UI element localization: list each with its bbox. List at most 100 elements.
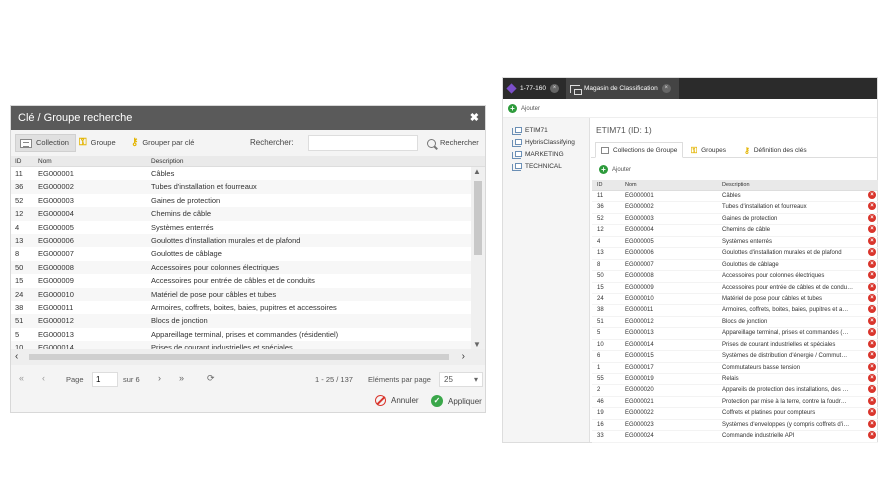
delete-icon[interactable]: × [868,191,876,199]
cancel-button[interactable]: Annuler [375,395,419,406]
delete-icon[interactable]: × [868,396,876,405]
table-row[interactable]: 6 EG000015 Systèmes de distribution d'éner… [592,351,878,363]
page-number-input[interactable] [92,372,118,387]
delete-icon[interactable]: × [868,202,876,211]
column-header-description[interactable]: Description [722,180,860,191]
table-row[interactable]: 13 EG000006 Goulottes d'installation mural… [592,248,878,260]
first-page-icon[interactable]: « [19,373,24,383]
table-row[interactable]: 5 EG000013 Appareillage terminal, prises e… [592,328,878,340]
table-row[interactable]: 46 EG000021 Protection par mise à la terre… [592,396,878,409]
column-header-nom[interactable]: Nom [38,156,52,167]
delete-icon[interactable]: × [868,408,876,417]
apply-button[interactable]: ✓ Appliquer [431,395,482,407]
scroll-left-icon[interactable]: ‹ [15,351,18,362]
delete-icon[interactable]: × [868,374,876,382]
table-row[interactable]: 33 EG000024 Commande industrielle API × [592,431,878,443]
previous-page-icon[interactable]: ‹ [42,373,45,383]
table-row[interactable]: 11 EG000001 Câbles × [592,191,878,203]
table-row[interactable]: 11 EG000001 Câbles [11,167,485,180]
table-row[interactable]: 52 EG000003 Gaines de protection [11,194,485,207]
tab-close-icon[interactable]: × [550,84,560,93]
groupe-button[interactable]: ⚿ Groupe [79,134,116,152]
delete-icon[interactable]: × [868,213,876,222]
sidebar-item-etim71[interactable]: ETIM71 [503,125,589,137]
table-row[interactable]: 51 EG000012 Blocs de jonction [11,314,485,328]
delete-icon[interactable]: × [868,271,876,280]
add-collection-button[interactable]: + Ajouter [599,165,631,174]
column-header-description[interactable]: Description [151,156,184,167]
delete-icon[interactable]: × [868,259,876,268]
search-button[interactable]: Rechercher [427,134,479,152]
delete-icon[interactable]: × [868,431,876,440]
column-header-nom[interactable]: Nom [625,180,637,191]
delete-icon[interactable]: × [868,282,876,291]
delete-icon[interactable]: × [868,385,876,394]
table-row[interactable]: 1 EG000017 Commutateurs basse tension × [592,362,878,374]
tab-catalog-version[interactable]: 1-77-160 × [503,78,563,99]
table-row[interactable]: 19 EG000022 Coffrets et platines pour comp… [592,408,878,420]
delete-icon[interactable]: × [868,328,876,337]
table-row[interactable]: 15 EG000009 Accessoires pour entrée de câb… [11,274,485,287]
next-page-icon[interactable]: › [158,373,161,383]
delete-icon[interactable]: × [868,362,876,371]
sidebar-item-hybrisclassifying[interactable]: HybrisClassifying [503,137,589,149]
table-row[interactable]: 8 EG000007 Goulottes de câblage × [592,259,878,272]
column-header-id[interactable]: ID [15,156,22,167]
delete-icon[interactable]: × [868,305,876,314]
delete-icon[interactable]: × [868,316,876,325]
sidebar-item-technical[interactable]: TECHNICAL [503,161,589,173]
delete-icon[interactable]: × [868,419,876,428]
horizontal-scrollbar-thumb[interactable] [29,354,449,360]
sidebar-item-marketing[interactable]: MARKETING [503,149,589,161]
table-row[interactable]: 24 EG000010 Matériel de pose pour câbles e… [592,293,878,306]
table-row[interactable]: 38 EG000011 Armoires, coffrets, boites, ba… [11,301,485,314]
search-input[interactable] [308,135,418,151]
scroll-right-icon[interactable]: › [462,351,465,362]
table-row[interactable]: 38 EG000011 Armoires, coffrets, boites, ba… [592,305,878,317]
table-row[interactable]: 10 EG000014 Prises de courant industrielle… [592,339,878,352]
table-row[interactable]: 15 EG000009 Accessoires pour entrée de câb… [592,282,878,294]
table-row[interactable]: 36 EG000002 Tubes d'installation et fourre… [592,202,878,214]
table-row[interactable]: 51 EG000012 Blocs de jonction × [592,316,878,329]
tab-collections-de-groupe[interactable]: Collections de Groupe [595,142,684,158]
table-row[interactable]: 12 EG000004 Chemins de câble × [592,225,878,237]
table-row[interactable]: 10 EG000014 Prises de courant industrielle… [11,341,485,349]
table-row[interactable]: 8 EG000007 Goulottes de câblage [11,247,485,260]
tab-classification-store[interactable]: Magasin de Classification × [566,78,679,99]
delete-icon[interactable]: × [868,351,876,360]
table-row[interactable]: 4 EG000005 Systèmes enterrés × [592,236,878,249]
delete-icon[interactable]: × [868,248,876,257]
collection-button[interactable]: Collection [15,134,76,152]
table-row[interactable]: 2 EG000020 Appareils de protection des ins… [592,385,878,397]
column-header-id[interactable]: ID [597,180,603,191]
table-row[interactable]: 12 EG000004 Chemins de câble [11,207,485,221]
last-page-icon[interactable]: » [179,373,184,383]
table-row[interactable]: 50 EG000008 Accessoires pour colonnes élec… [592,271,878,283]
tab-definition-des-cles[interactable]: ⚷ Définition des clés [739,142,812,158]
delete-icon[interactable]: × [868,293,876,302]
vertical-scrollbar[interactable]: ▲ ▼ [471,167,485,349]
scrollbar-thumb[interactable] [474,181,482,255]
delete-icon[interactable]: × [868,339,876,348]
table-row[interactable]: 36 EG000002 Tubes d'installation et fourre… [11,180,485,194]
table-row[interactable]: 13 EG000006 Goulottes d'installation mural… [11,233,485,248]
delete-icon[interactable]: × [868,225,876,234]
scroll-up-icon[interactable]: ▲ [473,167,481,176]
tab-groupes[interactable]: ⚿ Groupes [686,142,731,158]
table-row[interactable]: 55 EG000019 Relais × [592,374,878,386]
delete-icon[interactable]: × [868,236,876,245]
table-row[interactable]: 16 EG000023 Systèmes d'enveloppes (y compr… [592,419,878,432]
tab-close-icon[interactable]: × [661,84,671,93]
table-row[interactable]: 50 EG000008 Accessoires pour colonnes élec… [11,260,485,275]
table-row[interactable]: 24 EG000010 Matériel de pose pour câbles e… [11,287,485,301]
scroll-down-icon[interactable]: ▼ [473,340,481,349]
grouper-par-cle-button[interactable]: ⚷ Grouper par clé [131,134,194,152]
horizontal-scrollbar[interactable]: ‹ › [11,349,485,365]
add-button[interactable]: + Ajouter [508,104,540,113]
per-page-select[interactable]: 25 [439,372,483,387]
close-icon[interactable]: ✖ [470,106,479,130]
table-row[interactable]: 4 EG000005 Systèmes enterrés [11,221,485,234]
refresh-icon[interactable]: ⟳ [207,373,215,384]
table-row[interactable]: 5 EG000013 Appareillage terminal, prises e… [11,328,485,341]
table-row[interactable]: 52 EG000003 Gaines de protection × [592,213,878,226]
